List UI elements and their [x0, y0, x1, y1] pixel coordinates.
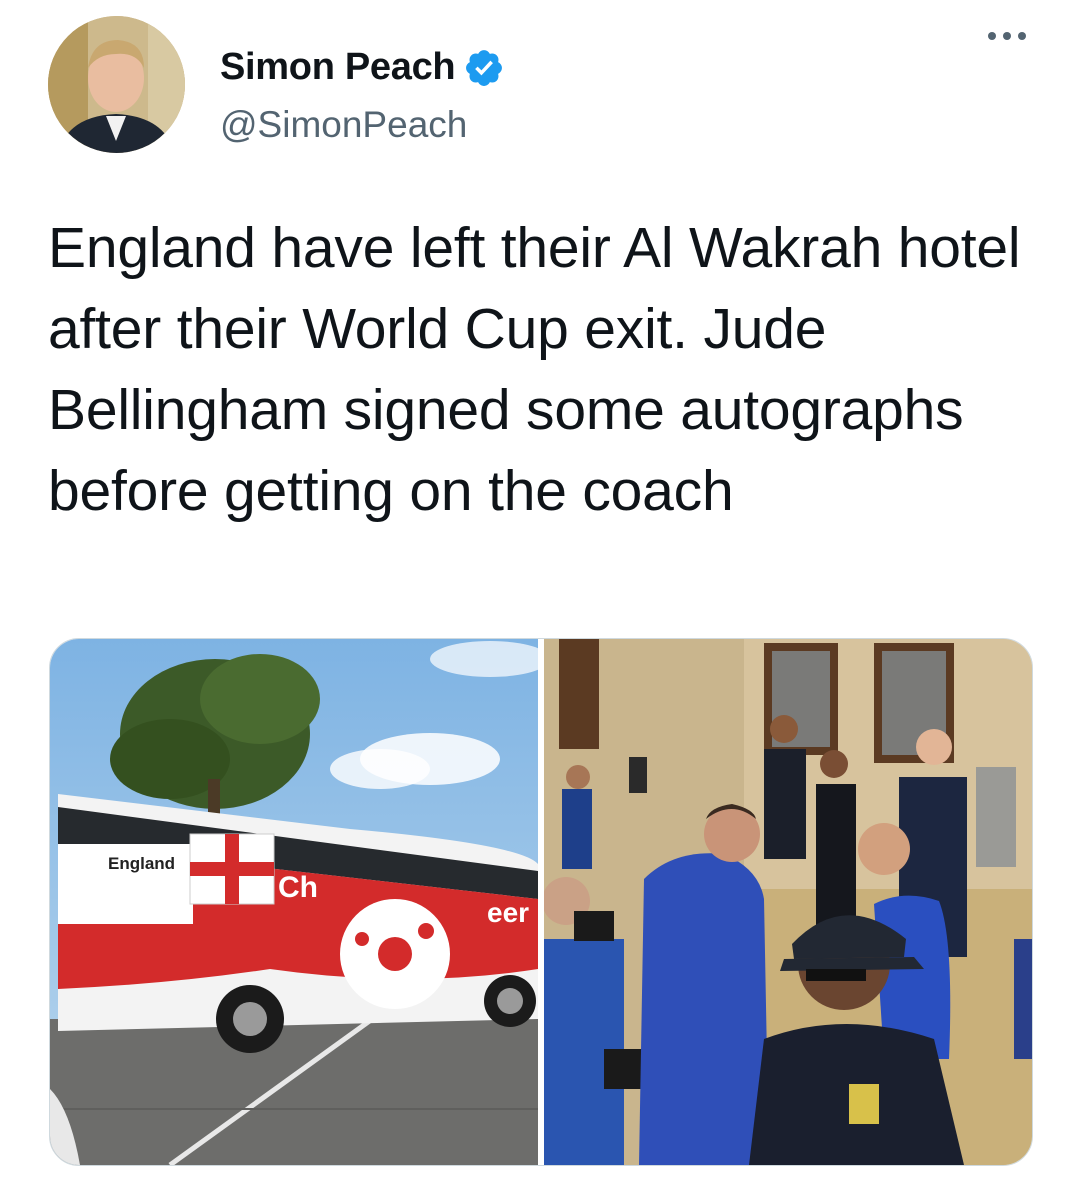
author-display-name[interactable]: Simon Peach: [220, 46, 456, 89]
avatar-image: [48, 16, 185, 153]
team-photo-image: [544, 639, 1032, 1165]
more-dot: [988, 32, 996, 40]
more-dot: [1003, 32, 1011, 40]
bus-slogan-right: eer: [487, 897, 529, 928]
bus-brand-text: England: [108, 854, 175, 873]
more-options-icon[interactable]: [988, 32, 1026, 40]
more-dot: [1018, 32, 1026, 40]
author-handle[interactable]: @SimonPeach: [220, 104, 467, 146]
photo-bus[interactable]: England Ch eer: [50, 639, 538, 1165]
bus-photo-image: England Ch eer: [50, 639, 538, 1165]
avatar[interactable]: [48, 16, 185, 153]
tweet-text: England have left their Al Wakrah hotel …: [48, 216, 1021, 523]
verified-badge-icon: [466, 49, 503, 86]
tweet-header: Simon Peach @SimonPeach: [48, 16, 1038, 156]
photo-team[interactable]: [544, 639, 1032, 1165]
media-grid: England Ch eer: [49, 638, 1033, 1166]
author-name-row: Simon Peach: [220, 46, 505, 89]
bus-slogan-left: Ch: [278, 871, 318, 904]
